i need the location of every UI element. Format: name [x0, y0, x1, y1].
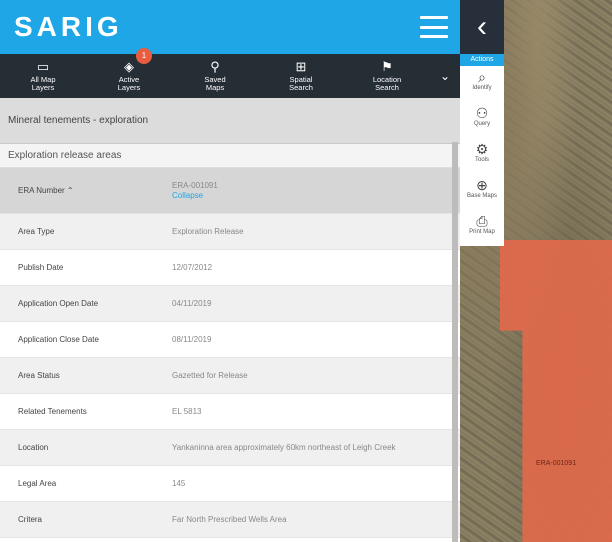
era-number-label: ERA Number: [18, 186, 65, 195]
actions-rail: Actions ⌕ Identify ⚇ Query ⚙ Tools ⊕ Bas…: [460, 54, 504, 246]
panel-scrollbar[interactable]: [452, 142, 458, 542]
query-button[interactable]: ⚇ Query: [460, 102, 504, 138]
active-layers-button[interactable]: 1 ◈ Active Layers: [86, 48, 172, 92]
search-icon: ⌕: [478, 69, 486, 85]
map-icon: ▭: [36, 59, 50, 74]
globe-icon: ⊕: [476, 177, 488, 193]
tenement-map-label: ERA-001091: [536, 460, 577, 467]
table-row: Critera Far North Prescribed Wells Area: [0, 502, 460, 538]
chevron-up-icon[interactable]: ⌃: [67, 186, 74, 195]
spatial-icon: ⊞: [295, 59, 307, 74]
spatial-search-button[interactable]: ⊞ Spatial Search: [258, 60, 344, 92]
active-layers-badge: 1: [136, 48, 152, 64]
era-number-value: ERA-001091: [172, 180, 218, 190]
subsection-title[interactable]: Exploration release areas: [0, 144, 460, 168]
app-header: SARIG: [0, 0, 460, 54]
section-title[interactable]: Mineral tenements - exploration: [0, 98, 460, 144]
table-row: Related Tenements EL 5813: [0, 394, 460, 430]
location-search-button[interactable]: ⚑ Location Search: [344, 60, 430, 92]
all-map-layers-button[interactable]: ▭ All Map Layers: [0, 60, 86, 92]
chevron-down-icon[interactable]: ⌄: [430, 69, 460, 83]
tools-button[interactable]: ⚙ Tools: [460, 138, 504, 174]
identify-results-panel: Mineral tenements - exploration Explorat…: [0, 98, 460, 542]
identify-button[interactable]: ⌕ Identify: [460, 66, 504, 102]
area-type-link[interactable]: Exploration Release: [172, 227, 244, 236]
main-toolbar: ▭ All Map Layers 1 ◈ Active Layers ⚲ Sav…: [0, 48, 460, 98]
saved-icon: ⚲: [210, 59, 220, 74]
era-number-row[interactable]: ERA Number ⌃ ERA-001091 Collapse: [0, 168, 460, 214]
print-map-button[interactable]: ⎙ Print Map: [460, 210, 504, 246]
layers-icon: ◈: [124, 59, 134, 74]
table-row: Publish Date 12/07/2012: [0, 250, 460, 286]
actions-title: Actions: [460, 54, 504, 66]
collapse-link[interactable]: Collapse: [172, 191, 218, 201]
query-icon: ⚇: [475, 105, 489, 121]
hamburger-menu-icon[interactable]: [420, 16, 448, 38]
saved-maps-button[interactable]: ⚲ Saved Maps: [172, 60, 258, 92]
table-row: Legal Area 145: [0, 466, 460, 502]
tools-icon: ⚙: [475, 141, 489, 157]
app-logo: SARIG: [14, 11, 123, 42]
table-row: Application Close Date 08/11/2019: [0, 322, 460, 358]
table-row: Area Type Exploration Release: [0, 214, 460, 250]
table-row: Application Open Date 04/11/2019: [0, 286, 460, 322]
base-maps-button[interactable]: ⊕ Base Maps: [460, 174, 504, 210]
table-row: Area Status Gazetted for Release: [0, 358, 460, 394]
print-icon: ⎙: [476, 213, 488, 229]
location-icon: ⚑: [381, 59, 393, 74]
table-row: Location Yankaninna area approximately 60…: [0, 430, 460, 466]
back-button[interactable]: ‹: [460, 0, 504, 54]
